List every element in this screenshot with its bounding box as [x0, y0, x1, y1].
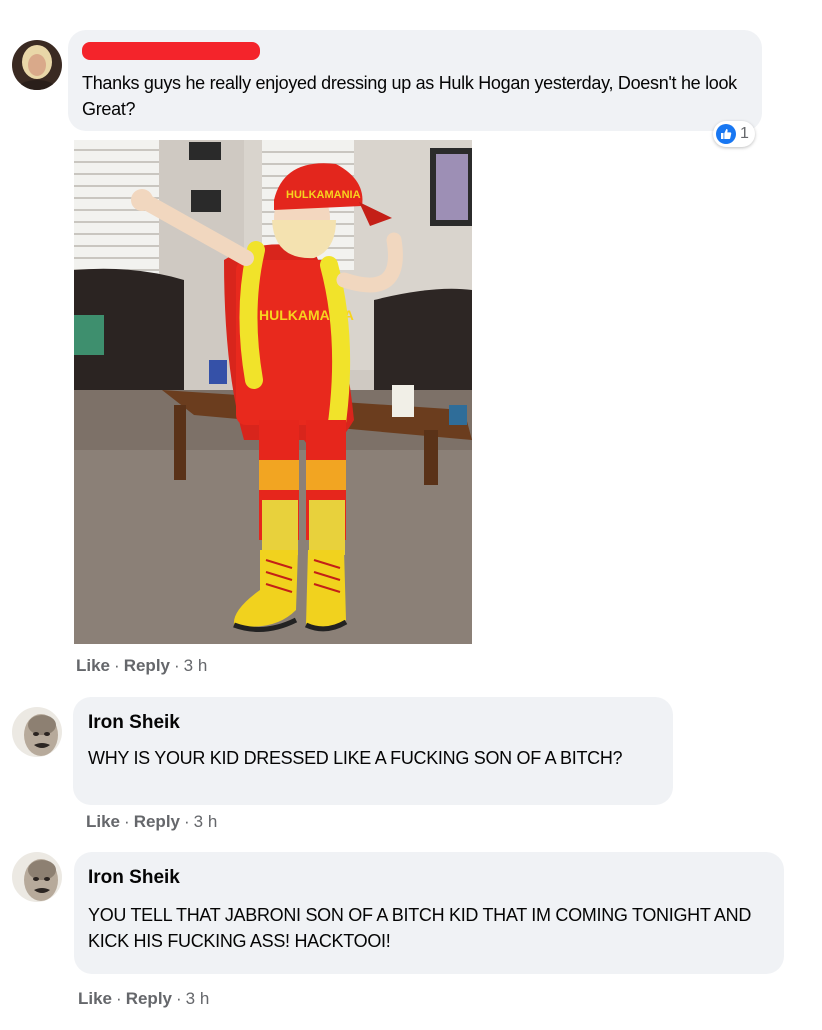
reply-link[interactable]: Reply: [134, 812, 180, 831]
comment-bubble: Iron Sheik YOU TELL THAT JABRONI SON OF …: [74, 852, 784, 974]
avatar[interactable]: [12, 40, 62, 90]
comment-actions: Like · Reply · 3 h: [76, 656, 207, 676]
avatar[interactable]: [12, 852, 62, 902]
reaction-count: 1: [740, 125, 749, 142]
separator: ·: [174, 656, 180, 675]
comment-bubble: Thanks guys he really enjoyed dressing u…: [68, 30, 762, 131]
thumbs-up-icon: [716, 124, 736, 144]
comment-text: WHY IS YOUR KID DRESSED LIKE A FUCKING S…: [88, 748, 623, 768]
separator: ·: [184, 812, 190, 831]
timestamp[interactable]: 3 h: [186, 989, 210, 1008]
separator: ·: [176, 989, 182, 1008]
avatar[interactable]: [12, 707, 62, 757]
separator: ·: [114, 656, 120, 675]
separator: ·: [124, 812, 130, 831]
like-link[interactable]: Like: [76, 656, 110, 675]
redacted-author-name: [82, 42, 260, 60]
timestamp[interactable]: 3 h: [184, 656, 208, 675]
like-link[interactable]: Like: [78, 989, 112, 1008]
separator: ·: [116, 989, 122, 1008]
comment-actions: Like · Reply · 3 h: [86, 812, 217, 832]
comment-author[interactable]: Iron Sheik: [88, 867, 180, 889]
comment-actions: Like · Reply · 3 h: [78, 989, 209, 1009]
reply-link[interactable]: Reply: [126, 989, 172, 1008]
comment-photo-toddler-costume[interactable]: HULKAMANIA HULKAMANIA: [74, 140, 472, 644]
comment-text: Thanks guys he really enjoyed dressing u…: [82, 73, 737, 119]
svg-text:HULKAMANIA: HULKAMANIA: [286, 189, 361, 201]
like-link[interactable]: Like: [86, 812, 120, 831]
comment-text: YOU TELL THAT JABRONI SON OF A BITCH KID…: [88, 905, 752, 951]
reaction-count-badge[interactable]: 1: [713, 121, 755, 147]
comment-author[interactable]: Iron Sheik: [88, 712, 180, 734]
comment-bubble: Iron Sheik WHY IS YOUR KID DRESSED LIKE …: [73, 697, 673, 805]
reply-link[interactable]: Reply: [124, 656, 170, 675]
timestamp[interactable]: 3 h: [194, 812, 218, 831]
